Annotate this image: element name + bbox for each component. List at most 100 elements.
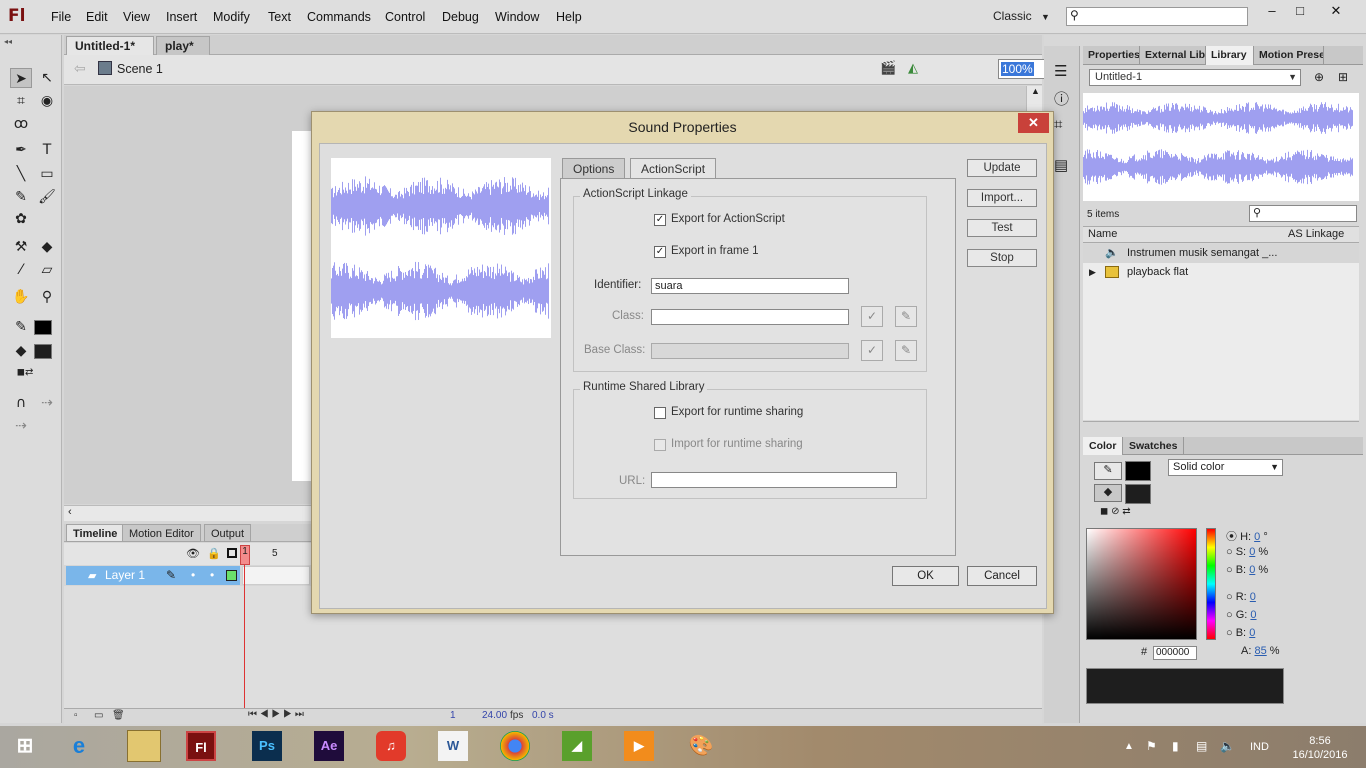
scroll-up-icon[interactable]: ▲: [1031, 86, 1040, 96]
fill-icon[interactable]: ◆: [1094, 484, 1122, 502]
tab-play[interactable]: play* ×: [156, 36, 210, 72]
menu-commands[interactable]: Commands: [307, 10, 371, 24]
battery-icon[interactable]: ▮: [1172, 739, 1179, 753]
pencil-tool-icon[interactable]: ✎: [10, 187, 32, 207]
eyedropper-icon[interactable]: ⁄: [10, 260, 32, 280]
swap-colors-icon[interactable]: ◼ ⊘ ⇄: [1100, 506, 1131, 517]
tab-output[interactable]: Output: [204, 524, 252, 542]
fill-color-swatch[interactable]: [1125, 484, 1151, 504]
chrome-icon[interactable]: [500, 731, 530, 761]
line-tool-icon[interactable]: ╲: [10, 164, 32, 184]
selection-tool-icon[interactable]: ➤: [10, 68, 32, 88]
radio-icon[interactable]: ⦿: [1226, 531, 1237, 543]
workspace-switcher[interactable]: Classic ▼: [993, 9, 1050, 23]
radio-icon[interactable]: ○: [1226, 609, 1233, 621]
tab-motion-editor[interactable]: Motion Editor: [122, 524, 201, 542]
transform-icon[interactable]: ⌗: [1054, 116, 1062, 133]
file-explorer-icon[interactable]: [127, 730, 161, 762]
tab-options[interactable]: Options: [562, 158, 626, 179]
new-library-icon[interactable]: ⊞: [1338, 70, 1348, 84]
radio-icon[interactable]: ○: [1226, 627, 1233, 639]
video-player-icon[interactable]: ▶: [624, 731, 654, 761]
lock-icon[interactable]: 🔒: [207, 547, 221, 560]
bone-tool-icon[interactable]: ⚒: [10, 237, 32, 257]
menu-help[interactable]: Help: [556, 10, 582, 24]
library-document-select[interactable]: Untitled-1 ▼: [1089, 69, 1301, 86]
language-indicator[interactable]: IND: [1250, 741, 1269, 753]
edit-base-class-icon[interactable]: ✎: [895, 340, 917, 361]
new-folder-icon[interactable]: ▭: [94, 710, 103, 721]
menu-view[interactable]: View: [123, 10, 150, 24]
action-center-icon[interactable]: ⚑: [1146, 739, 1157, 753]
lasso-tool-icon[interactable]: ꝏ: [10, 114, 32, 134]
subselection-tool-icon[interactable]: ↖: [36, 68, 58, 88]
export-actionscript-checkbox[interactable]: ✓: [654, 214, 666, 226]
media-player-icon[interactable]: ♫: [376, 731, 406, 761]
scene-label[interactable]: Scene 1: [117, 62, 163, 76]
flash-icon[interactable]: Fl: [186, 731, 216, 761]
import-button[interactable]: Import...: [967, 189, 1037, 207]
fill-color-swatch[interactable]: [34, 344, 52, 359]
hue-slider[interactable]: [1206, 528, 1216, 640]
new-layer-icon[interactable]: ▫: [74, 710, 78, 721]
straighten-icon[interactable]: ⇢: [10, 416, 32, 436]
brightness-value[interactable]: 0: [1249, 564, 1255, 576]
stroke-color-icon[interactable]: ✎: [10, 317, 32, 337]
alpha-value[interactable]: 85: [1254, 645, 1266, 657]
radio-icon[interactable]: ○: [1226, 546, 1233, 558]
menu-edit[interactable]: Edit: [86, 10, 108, 24]
column-name[interactable]: Name: [1088, 228, 1117, 240]
list-item[interactable]: ▶ playback flat: [1083, 263, 1359, 282]
eye-icon[interactable]: 👁: [186, 547, 200, 560]
tab-color[interactable]: Color: [1083, 437, 1124, 455]
base-class-input[interactable]: [651, 343, 849, 359]
paint-icon[interactable]: 🎨: [686, 731, 716, 761]
internet-explorer-icon[interactable]: e: [64, 731, 94, 761]
cancel-button[interactable]: Cancel: [967, 566, 1037, 586]
stroke-color-swatch[interactable]: [1125, 461, 1151, 481]
pin-icon[interactable]: ⊕: [1314, 70, 1324, 84]
radio-icon[interactable]: ○: [1226, 564, 1233, 576]
corel-icon[interactable]: ◢: [562, 731, 592, 761]
scroll-left-icon[interactable]: ‹: [68, 506, 72, 518]
red-value[interactable]: 0: [1250, 591, 1256, 603]
check-class-icon[interactable]: ✓: [861, 306, 883, 327]
menu-modify[interactable]: Modify: [213, 10, 250, 24]
deco-tool-icon[interactable]: ✿: [10, 209, 32, 229]
maximize-icon[interactable]: □: [1286, 2, 1314, 20]
after-effects-icon[interactable]: Ae: [314, 731, 344, 761]
layer-row[interactable]: ▰ Layer 1 ✎ • •: [66, 566, 240, 585]
collapse-icon[interactable]: ◂◂: [4, 37, 12, 46]
edit-symbols-icon[interactable]: ◭: [908, 60, 918, 76]
ok-button[interactable]: OK: [892, 566, 959, 586]
volume-icon[interactable]: 🔈: [1220, 739, 1235, 753]
expand-icon[interactable]: ▶: [1089, 263, 1096, 282]
info-icon[interactable]: ⓘ: [1054, 88, 1069, 109]
menu-text[interactable]: Text: [268, 10, 291, 24]
visibility-dot[interactable]: •: [191, 568, 195, 582]
back-arrow-icon[interactable]: ⇦: [74, 60, 86, 77]
photoshop-icon[interactable]: Ps: [252, 731, 282, 761]
library-icon[interactable]: ▤: [1054, 156, 1068, 174]
tab-actionscript[interactable]: ActionScript: [630, 158, 717, 179]
color-type-select[interactable]: Solid color ▼: [1168, 459, 1283, 476]
text-tool-icon[interactable]: T: [36, 140, 58, 160]
brush-tool-icon[interactable]: 🖌: [36, 187, 58, 207]
color-spectrum[interactable]: [1086, 528, 1197, 640]
list-item[interactable]: 🔈 Instrumen musik semangat _...: [1083, 244, 1359, 263]
hue-value[interactable]: 0: [1254, 531, 1260, 543]
radio-icon[interactable]: ○: [1226, 591, 1233, 603]
menu-window[interactable]: Window: [495, 10, 539, 24]
playhead[interactable]: 1: [240, 545, 250, 565]
close-icon[interactable]: ✕: [1322, 2, 1350, 20]
menu-file[interactable]: File: [51, 10, 71, 24]
layer-color-icon[interactable]: [226, 570, 237, 581]
current-frame[interactable]: 1: [450, 710, 456, 721]
hex-input[interactable]: 000000: [1153, 646, 1197, 660]
word-icon[interactable]: W: [438, 731, 468, 761]
snap-magnet-icon[interactable]: ∩: [10, 393, 32, 413]
menu-control[interactable]: Control: [385, 10, 425, 24]
help-search-input[interactable]: ⚲: [1066, 7, 1248, 26]
edit-class-icon[interactable]: ✎: [895, 306, 917, 327]
library-search-input[interactable]: ⚲: [1249, 205, 1357, 222]
